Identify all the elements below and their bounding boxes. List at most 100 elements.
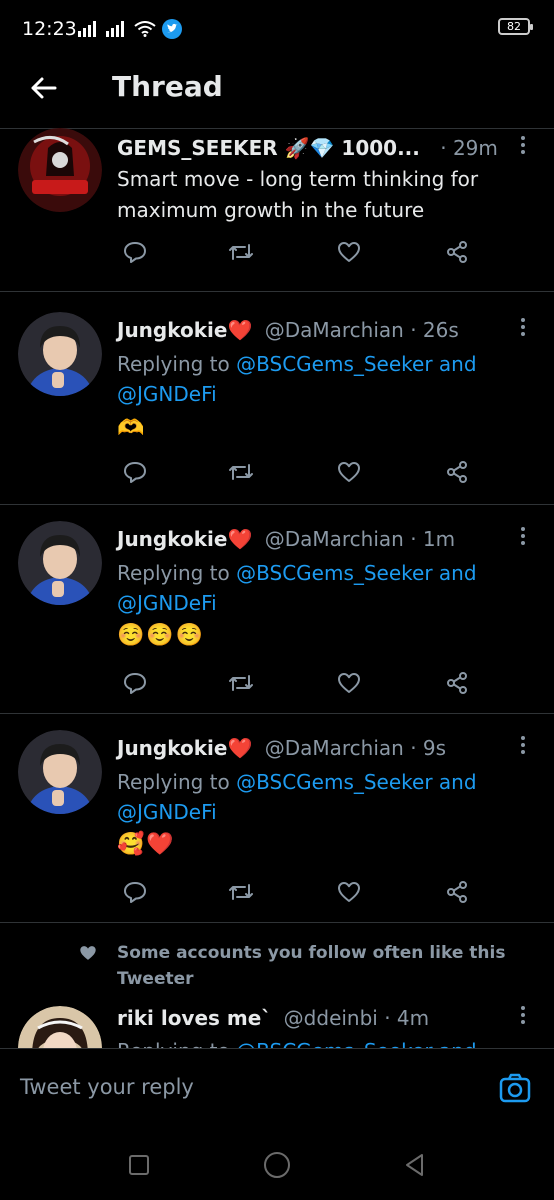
tweet-meta: @DaMarchian · 1m bbox=[264, 527, 456, 551]
heart-icon bbox=[338, 242, 360, 262]
display-name[interactable]: Jungkokie❤️ bbox=[117, 736, 252, 760]
tweet-emoji: 🥰❤️ bbox=[117, 832, 176, 857]
camera-button[interactable] bbox=[498, 1071, 532, 1105]
retweet-icon bbox=[229, 244, 253, 260]
tweet-meta: · 29m bbox=[440, 136, 498, 160]
display-name[interactable]: Jungkokie❤️ bbox=[117, 318, 252, 342]
reply-button[interactable] bbox=[121, 458, 149, 486]
social-context: Some accounts you follow often like this… bbox=[78, 940, 518, 992]
display-name[interactable]: GEMS_SEEKER 🚀💎 1000... bbox=[117, 136, 420, 160]
twitter-icon bbox=[162, 19, 182, 39]
replying-prefix: Replying to bbox=[117, 352, 237, 376]
reply-input[interactable]: Tweet your reply bbox=[20, 1075, 194, 1099]
replying-prefix: Replying to bbox=[117, 1039, 236, 1048]
tweet[interactable]: Jungkokie❤️ @DaMarchian · 9s Replying to… bbox=[0, 714, 554, 922]
reply-icon bbox=[124, 673, 146, 694]
circle-icon bbox=[264, 1152, 290, 1178]
avatar-image bbox=[18, 128, 102, 212]
social-context-text: Some accounts you follow often like this… bbox=[117, 943, 506, 989]
wifi-icon bbox=[134, 21, 156, 37]
back-nav-button[interactable] bbox=[400, 1150, 430, 1180]
more-options-button[interactable] bbox=[518, 318, 528, 340]
share-button[interactable] bbox=[443, 878, 471, 906]
retweet-button[interactable] bbox=[227, 238, 255, 266]
tweet[interactable]: Jungkokie❤️ @DaMarchian · 26s Replying t… bbox=[0, 292, 554, 504]
replying-prefix: Replying to bbox=[117, 561, 237, 585]
avatar[interactable] bbox=[18, 1006, 102, 1048]
tweet-emoji: ☺️☺️☺️ bbox=[117, 623, 206, 648]
like-button[interactable] bbox=[335, 878, 363, 906]
tweet[interactable]: GEMS_SEEKER 🚀💎 1000... · 29m Smart move … bbox=[0, 128, 554, 290]
retweet-icon bbox=[229, 464, 253, 480]
replying-to: Replying to @BSCGems_Seeker and @JGNDeFi bbox=[117, 767, 497, 827]
reply-button[interactable] bbox=[121, 238, 149, 266]
avatar[interactable] bbox=[18, 128, 102, 212]
tweet[interactable]: Jungkokie❤️ @DaMarchian · 1m Replying to… bbox=[0, 505, 554, 713]
retweet-icon bbox=[229, 675, 253, 691]
share-icon bbox=[447, 672, 467, 694]
tweet-header: Jungkokie❤️ @DaMarchian · 26s bbox=[117, 318, 459, 342]
tweet-emoji: 🫶 bbox=[117, 416, 147, 441]
avatar[interactable] bbox=[18, 312, 102, 396]
share-button[interactable] bbox=[443, 669, 471, 697]
avatar-image bbox=[18, 730, 102, 814]
signal-icon bbox=[78, 21, 96, 37]
avatar[interactable] bbox=[18, 521, 102, 605]
system-nav-bar bbox=[0, 1128, 554, 1200]
top-app-bar: Thread bbox=[0, 58, 554, 116]
heart-icon bbox=[338, 462, 360, 482]
like-button[interactable] bbox=[335, 458, 363, 486]
heart-icon bbox=[80, 946, 96, 960]
display-name[interactable]: Jungkokie❤️ bbox=[117, 527, 252, 551]
replying-to-users[interactable]: @BSCGems_Seeker and bbox=[236, 1039, 476, 1048]
tweet-meta: @DaMarchian · 26s bbox=[264, 318, 459, 342]
camera-icon bbox=[499, 1073, 531, 1103]
like-button[interactable] bbox=[335, 238, 363, 266]
replying-to: Replying to @BSCGems_Seeker and @JGNDeFi bbox=[117, 349, 497, 409]
tweet-header: riki loves me` @ddeinbi · 4m bbox=[117, 1006, 429, 1030]
retweet-icon bbox=[229, 884, 253, 900]
like-button[interactable] bbox=[335, 669, 363, 697]
avatar[interactable] bbox=[18, 730, 102, 814]
reply-button[interactable] bbox=[121, 669, 149, 697]
more-options-button[interactable] bbox=[518, 736, 528, 758]
more-options-button[interactable] bbox=[518, 1006, 528, 1028]
share-icon bbox=[447, 461, 467, 483]
recents-button[interactable] bbox=[124, 1150, 154, 1180]
status-icons bbox=[78, 18, 182, 40]
tweet-meta: @DaMarchian · 9s bbox=[264, 736, 447, 760]
divider bbox=[0, 922, 554, 923]
signal-icon bbox=[106, 21, 124, 37]
reply-icon bbox=[124, 242, 146, 263]
reply-composer: Tweet your reply bbox=[0, 1048, 554, 1128]
reply-icon bbox=[124, 882, 146, 903]
more-options-button[interactable] bbox=[518, 136, 528, 158]
retweet-button[interactable] bbox=[227, 669, 255, 697]
back-button[interactable] bbox=[26, 71, 60, 105]
heart-icon bbox=[338, 673, 360, 693]
page-title: Thread bbox=[112, 70, 223, 103]
display-name[interactable]: riki loves me` bbox=[117, 1006, 271, 1030]
tweet[interactable]: riki loves me` @ddeinbi · 4m Replying to… bbox=[0, 1000, 554, 1048]
tweet-text: Smart move - long term thinking for maxi… bbox=[117, 167, 479, 222]
share-icon bbox=[447, 241, 467, 263]
replying-to: Replying to @BSCGems_Seeker and bbox=[117, 1036, 537, 1048]
status-time: 12:23 bbox=[22, 18, 77, 40]
reply-button[interactable] bbox=[121, 878, 149, 906]
share-icon bbox=[447, 881, 467, 903]
share-button[interactable] bbox=[443, 458, 471, 486]
more-options-button[interactable] bbox=[518, 527, 528, 549]
replying-prefix: Replying to bbox=[117, 770, 237, 794]
retweet-button[interactable] bbox=[227, 878, 255, 906]
avatar-image bbox=[18, 1006, 102, 1048]
heart-icon bbox=[338, 882, 360, 902]
triangle-back-icon bbox=[406, 1154, 423, 1176]
share-button[interactable] bbox=[443, 238, 471, 266]
retweet-button[interactable] bbox=[227, 458, 255, 486]
battery-indicator: 82 bbox=[498, 18, 533, 35]
tweet-meta: @ddeinbi · 4m bbox=[283, 1006, 430, 1030]
arrow-left-icon bbox=[31, 77, 57, 99]
tweet-header: GEMS_SEEKER 🚀💎 1000... · 29m bbox=[117, 136, 498, 160]
tweet-header: Jungkokie❤️ @DaMarchian · 9s bbox=[117, 736, 446, 760]
home-button[interactable] bbox=[262, 1150, 292, 1180]
